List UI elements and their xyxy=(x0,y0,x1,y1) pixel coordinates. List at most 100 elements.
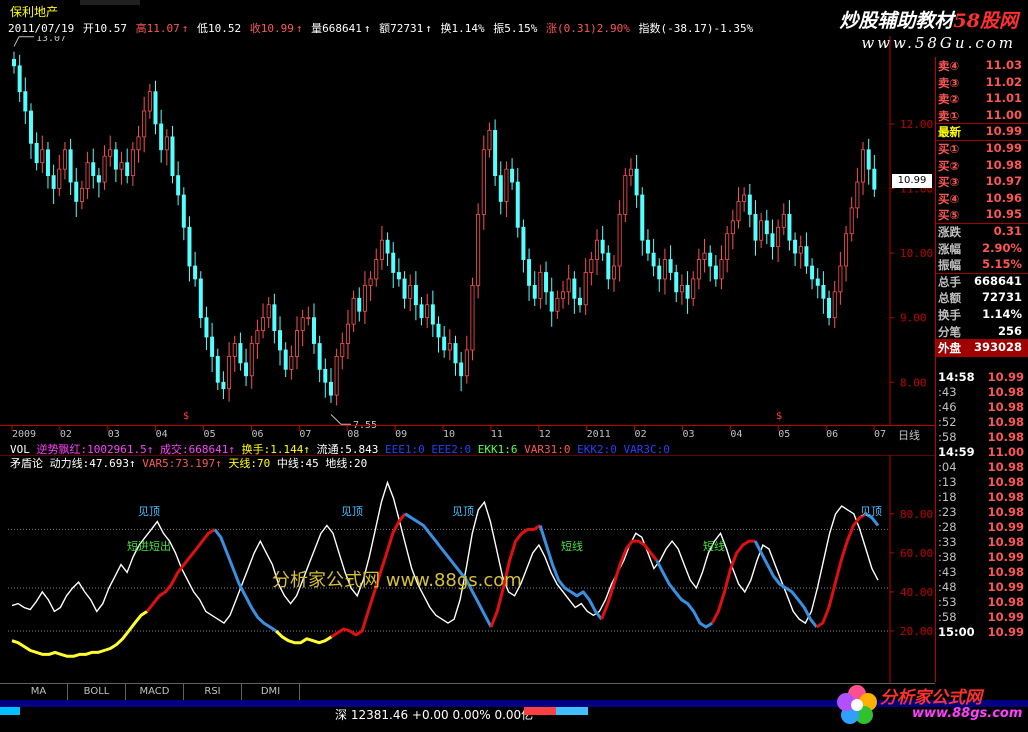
tick-row[interactable]: 14:59 11.00 xyxy=(936,445,1028,460)
candle-body xyxy=(232,343,237,357)
watermark-text: 分析家公式网 www.88gs.com xyxy=(272,570,522,591)
candle-body xyxy=(142,110,147,138)
quote-row[interactable]: 买⑤ 10.95 xyxy=(936,206,1028,223)
brand-main-red: 58股网 xyxy=(953,10,1018,32)
quote-close: 收10.99 xyxy=(249,22,294,35)
osc-signal-label: 见顶 xyxy=(138,505,160,518)
quote-row[interactable]: 买③ 10.97 xyxy=(936,173,1028,190)
quote-row-label: 买③ xyxy=(938,175,960,190)
candle-body xyxy=(34,142,39,164)
quote-row[interactable]: 涨跌 0.31 xyxy=(936,223,1028,240)
candle-body xyxy=(476,213,481,286)
tick-row[interactable]: :58 10.99 xyxy=(936,610,1028,625)
period-label[interactable]: 日线 xyxy=(898,427,920,443)
tick-row[interactable]: :46 10.98 xyxy=(936,400,1028,415)
tab-boll[interactable]: BOLL xyxy=(68,684,126,700)
quote-turnover: 换1.14% xyxy=(440,22,485,35)
tick-row[interactable]: :53 10.98 xyxy=(936,595,1028,610)
candle-body xyxy=(464,349,469,377)
osc-signal-label: 见顶 xyxy=(452,505,474,518)
quote-row[interactable]: 总额 72731 xyxy=(936,289,1028,306)
candlestick-chart[interactable]: 8.009.0010.0011.0012.0013.077.55$$200902… xyxy=(0,36,935,441)
quote-row[interactable]: 买② 10.98 xyxy=(936,157,1028,174)
quote-row[interactable]: 振幅 5.15% xyxy=(936,256,1028,273)
candle-body xyxy=(345,323,350,344)
tick-row[interactable]: :48 10.99 xyxy=(936,580,1028,595)
y-tick-label: 9.00 xyxy=(900,312,927,325)
candle-body xyxy=(640,194,645,241)
quote-row[interactable]: 卖③ 11.02 xyxy=(936,74,1028,91)
quote-row[interactable]: 买④ 10.96 xyxy=(936,190,1028,207)
osc-var5-segment xyxy=(753,540,818,628)
candle-body xyxy=(130,149,135,177)
tab-macd[interactable]: MACD xyxy=(126,684,184,700)
quote-row-value: 0.31 xyxy=(993,224,1022,238)
candle-body xyxy=(793,239,798,254)
candle-body xyxy=(413,284,418,306)
quote-index-change: 指数(-38.17)-1.35% xyxy=(638,22,754,35)
candle-body xyxy=(357,297,362,312)
candle-body xyxy=(328,381,333,396)
tab-ma[interactable]: MA xyxy=(10,684,68,700)
quote-row[interactable]: 卖④ 11.03 xyxy=(936,57,1028,74)
quote-row[interactable]: 换手 1.14% xyxy=(936,306,1028,323)
quote-row[interactable]: 买① 10.99 xyxy=(936,140,1028,157)
candle-body xyxy=(374,259,379,280)
tick-row[interactable]: :43 10.98 xyxy=(936,385,1028,400)
tick-row[interactable]: :23 10.98 xyxy=(936,505,1028,520)
osc-y-tick-label: 20.00 xyxy=(900,625,933,638)
candle-body xyxy=(555,297,560,312)
candle-body xyxy=(453,343,458,364)
tick-row[interactable]: :13 10.98 xyxy=(936,475,1028,490)
tick-row[interactable]: :43 10.98 xyxy=(936,565,1028,580)
tick-row[interactable]: :04 10.98 xyxy=(936,460,1028,475)
tick-row[interactable]: :33 10.98 xyxy=(936,535,1028,550)
quote-row[interactable]: 总手 668641 xyxy=(936,273,1028,290)
candle-body xyxy=(628,168,633,177)
quote-row-label: 买② xyxy=(938,158,960,173)
tick-row[interactable]: :52 10.98 xyxy=(936,415,1028,430)
tab-dmi[interactable]: DMI xyxy=(242,684,300,700)
candle-body xyxy=(85,162,90,189)
candle-body xyxy=(379,239,384,260)
candle-body xyxy=(159,123,164,151)
candle-body xyxy=(317,343,322,370)
tick-row[interactable]: :28 10.99 xyxy=(936,520,1028,535)
quote-row[interactable]: 最新 10.99 xyxy=(936,123,1028,140)
candle-body xyxy=(278,330,283,351)
candle-body xyxy=(770,233,775,248)
quote-row[interactable]: 外盘 393028 xyxy=(936,339,1028,356)
candle-body xyxy=(617,213,622,267)
candle-body xyxy=(255,330,260,344)
tick-price: 10.98 xyxy=(987,459,1024,474)
tick-price: 10.98 xyxy=(987,564,1024,579)
quote-change: 涨(0.31)2.90% xyxy=(545,22,630,35)
quote-row[interactable]: 卖② 11.01 xyxy=(936,90,1028,107)
candle-body xyxy=(266,304,271,319)
quote-row[interactable]: 分笔 256 xyxy=(936,323,1028,340)
tab-rsi[interactable]: RSI xyxy=(184,684,242,700)
quote-divider xyxy=(936,272,1028,274)
candle-body xyxy=(125,162,130,177)
candle-body xyxy=(759,220,764,241)
candle-body xyxy=(436,323,441,338)
candle-body xyxy=(521,226,526,260)
tick-time: 14:58 xyxy=(938,369,975,384)
quote-low: 低10.52 xyxy=(196,22,242,35)
tick-row[interactable]: 14:58 10.99 xyxy=(936,370,1028,385)
candle-body xyxy=(215,356,220,383)
tick-row[interactable]: :58 10.98 xyxy=(936,430,1028,445)
tick-time: :33 xyxy=(938,534,957,549)
tick-row[interactable]: :18 10.98 xyxy=(936,490,1028,505)
quote-row[interactable]: 卖① 11.00 xyxy=(936,107,1028,124)
status-index[interactable]: 深 12381.46 +0.00 0.00% 0.00亿 xyxy=(335,706,533,723)
quote-row[interactable]: 涨幅 2.90% xyxy=(936,240,1028,257)
candle-body xyxy=(781,213,786,228)
stock-name: 保利地产 xyxy=(10,5,59,19)
tick-time: :43 xyxy=(938,384,957,399)
quote-row-value: 256 xyxy=(997,323,1022,338)
tick-row[interactable]: 15:00 10.99 xyxy=(936,625,1028,640)
tick-row[interactable]: :38 10.99 xyxy=(936,550,1028,565)
quote-divider xyxy=(936,339,1028,341)
candle-body xyxy=(187,226,192,267)
